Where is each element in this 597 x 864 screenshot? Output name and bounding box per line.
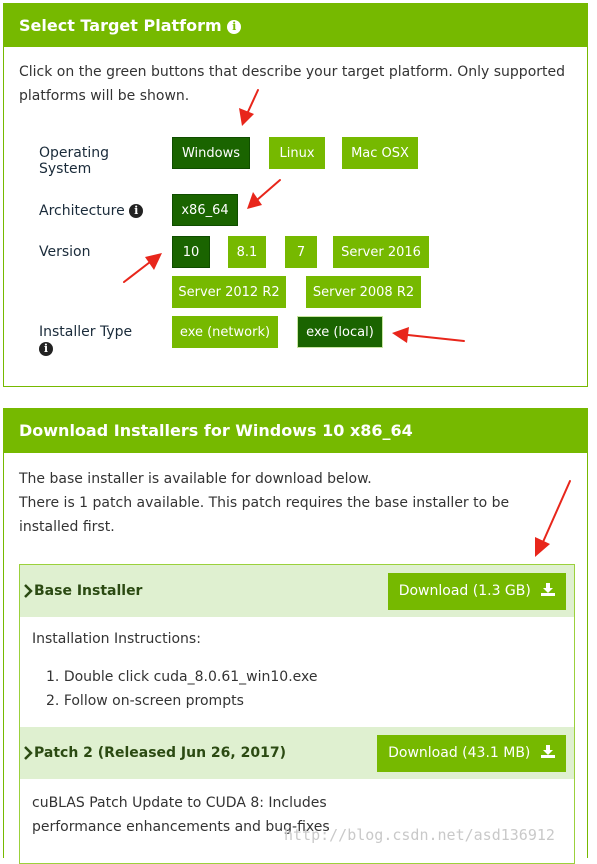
base-download-label: Download (1.3 GB) [398,583,531,599]
architecture-label-text: Architecture [39,203,125,219]
base-installer-title: Base Installer [34,583,143,599]
version-option-7[interactable]: 7 [285,236,317,268]
info-icon[interactable]: i [129,204,144,218]
watermark: http://blog.csdn.net/asd136912 [284,826,555,844]
architecture-label: Architecture i [39,203,144,219]
platform-intro-text: Click on the green buttons that describe… [19,64,565,104]
os-option-windows[interactable]: Windows [172,137,250,169]
version-option-8-1[interactable]: 8.1 [228,236,266,268]
patch-download-button[interactable]: Download (43.1 MB) [377,735,566,772]
platform-header-title: Select Target Platform [19,16,222,35]
os-option-macosx[interactable]: Mac OSX [342,137,418,169]
installer-type-label-text: Installer Type [39,324,133,340]
installer-section: Base Installer Download (1.3 GB) Install… [19,564,575,864]
chevron-right-icon [24,746,33,760]
platform-panel: Select Target Platform i Click on the gr… [3,3,588,387]
version-label: Version [39,244,91,260]
arch-option-x86_64[interactable]: x86_64 [172,194,238,226]
patch-title: Patch 2 (Released Jun 26, 2017) [34,745,286,761]
download-intro-line2: There is 1 patch available. This patch r… [19,495,510,535]
version-option-server-2016[interactable]: Server 2016 [333,236,429,268]
instruction-step-1: 1. Double click cuda_8.0.61_win10.exe [46,669,318,685]
version-option-server-2008-r2[interactable]: Server 2008 R2 [306,276,421,308]
download-intro-line1: The base installer is available for down… [19,471,372,487]
instruction-step-1-text: Double click cuda_8.0.61_win10.exe [63,669,318,685]
version-option-server-2012-r2[interactable]: Server 2012 R2 [172,276,286,308]
installation-instructions-heading: Installation Instructions: [32,631,201,647]
os-label: Operating System [39,145,109,177]
instruction-step-2-text: Follow on-screen prompts [63,693,244,709]
installer-option-exe-local[interactable]: exe (local) [297,316,383,348]
download-header: Download Installers for Windows 10 x86_6… [4,409,587,453]
chevron-right-icon [24,584,33,598]
download-icon [540,745,555,758]
patch-download-label: Download (43.1 MB) [388,745,531,761]
installer-type-label: Installer Type i [39,324,132,357]
os-option-linux[interactable]: Linux [269,137,325,169]
installer-option-exe-network[interactable]: exe (network) [172,316,278,348]
download-panel: Download Installers for Windows 10 x86_6… [3,408,588,864]
version-option-10[interactable]: 10 [172,236,210,268]
base-installer-header: Base Installer Download (1.3 GB) [20,565,574,617]
info-icon[interactable]: i [227,20,242,34]
info-icon[interactable]: i [39,342,53,356]
download-icon [541,583,556,596]
platform-header: Select Target Platform i [4,4,587,47]
patch-header: Patch 2 (Released Jun 26, 2017) Download… [20,727,574,779]
instruction-step-2: 2. Follow on-screen prompts [46,693,244,709]
base-download-button[interactable]: Download (1.3 GB) [388,573,566,610]
